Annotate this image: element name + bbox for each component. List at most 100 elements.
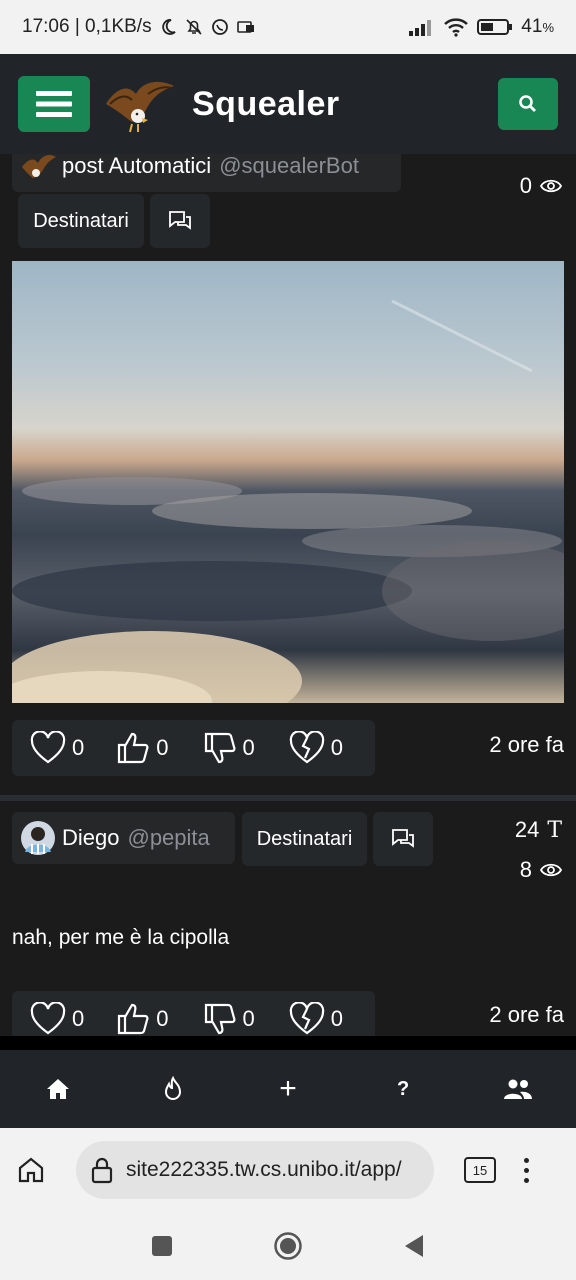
- back-icon[interactable]: [403, 1234, 425, 1258]
- post: Diego @pepita Destinatari 24 T 8 nah, per…: [0, 812, 576, 1036]
- reaction-count: 0: [330, 735, 343, 760]
- more-menu-button[interactable]: [524, 1157, 529, 1183]
- recents-icon[interactable]: [151, 1235, 173, 1257]
- search-icon: [519, 95, 536, 112]
- thumbs-up-icon: [118, 1003, 149, 1035]
- thumbs-down-icon: [204, 1003, 235, 1035]
- char-icon: T: [547, 817, 562, 843]
- home-icon: [46, 1079, 69, 1099]
- battery-icon: [477, 19, 513, 35]
- comments-button[interactable]: [150, 194, 210, 248]
- nav-help[interactable]: ?: [373, 1059, 433, 1119]
- post: post Automatici @squealerBot 125 T 0 Dest…: [0, 154, 576, 800]
- recipients-button[interactable]: Destinatari: [18, 194, 144, 248]
- author-chip[interactable]: post Automatici @squealerBot: [12, 154, 401, 192]
- browser-home-icon[interactable]: [16, 1155, 46, 1185]
- reaction-broken-heart[interactable]: 0: [289, 1002, 375, 1036]
- view-count: 0: [519, 173, 532, 198]
- post-stats: 125 T 0: [503, 154, 562, 206]
- battery-unit: %: [542, 20, 554, 35]
- app-title: Squealer: [192, 84, 340, 123]
- post-text: nah, per me è la cipolla: [12, 926, 230, 949]
- url-text: site222335.tw.cs.unibo.it/app/: [126, 1158, 402, 1181]
- post-time: 2 ore fa: [489, 1002, 564, 1027]
- reaction-like[interactable]: 0: [116, 1002, 202, 1036]
- view-count: 8: [519, 857, 532, 882]
- author-name: Diego: [62, 825, 120, 850]
- reaction-heart[interactable]: 0: [30, 731, 116, 765]
- eye-icon: [540, 863, 562, 877]
- author-chip[interactable]: Diego @pepita: [12, 812, 235, 864]
- nav-home[interactable]: [28, 1059, 88, 1119]
- eye-icon: [540, 179, 562, 193]
- comments-button[interactable]: [373, 812, 433, 866]
- reaction-count: 0: [330, 1006, 343, 1031]
- author-handle: @squealerBot: [219, 154, 359, 178]
- nav-separator: [0, 1036, 576, 1050]
- reaction-dislike[interactable]: 0: [203, 1002, 289, 1036]
- author-avatar: [22, 155, 56, 178]
- status-time: 17:06 | 0,1KB/s: [22, 16, 152, 37]
- people-icon: [504, 1079, 533, 1099]
- reaction-count: 0: [156, 1006, 169, 1031]
- browser-bar: site222335.tw.cs.unibo.it/app/ 15: [0, 1128, 576, 1212]
- nav-trending[interactable]: [143, 1059, 203, 1119]
- reaction-count: 0: [156, 735, 169, 760]
- post-time: 2 ore fa: [489, 732, 564, 757]
- broken-heart-icon: [289, 731, 324, 764]
- author-handle: @pepita: [127, 825, 210, 850]
- author-avatar: [21, 821, 55, 855]
- app-header: Squealer: [0, 54, 576, 154]
- clouds-image: [12, 299, 564, 703]
- char-icon: T: [547, 154, 562, 159]
- help-icon: ?: [397, 1077, 410, 1100]
- battery-percent: 41: [521, 16, 543, 37]
- tabs-button[interactable]: 15: [464, 1157, 496, 1183]
- squealer-logo: [106, 81, 174, 133]
- post-stats: 24 T 8: [515, 810, 562, 890]
- bottom-nav: + ?: [0, 1050, 576, 1128]
- home-button-icon[interactable]: [273, 1231, 303, 1261]
- whatsapp-icon: [211, 19, 228, 35]
- heart-icon: [30, 1002, 66, 1035]
- search-button[interactable]: [498, 78, 558, 130]
- reaction-broken-heart[interactable]: 0: [289, 731, 375, 765]
- comment-icon: [169, 211, 191, 230]
- status-bar: 17:06 | 0,1KB/s 41%: [0, 0, 576, 54]
- signal-icon: [409, 20, 432, 36]
- post-divider: [0, 795, 576, 801]
- char-count: 125: [503, 154, 540, 159]
- lock-icon: [91, 1157, 113, 1184]
- thumbs-up-icon: [118, 732, 149, 764]
- plus-icon: +: [279, 1072, 297, 1105]
- wifi-icon: [444, 18, 469, 37]
- message-icon: [236, 21, 254, 33]
- nav-new-post[interactable]: +: [258, 1059, 318, 1119]
- url-bar[interactable]: site222335.tw.cs.unibo.it/app/: [76, 1141, 434, 1199]
- nav-people[interactable]: [488, 1059, 548, 1119]
- system-nav: [0, 1212, 576, 1280]
- moon-icon: [161, 19, 176, 35]
- reactions-bar: 0 0 0 0: [12, 720, 375, 776]
- reaction-count: 0: [242, 735, 255, 760]
- reaction-count: 0: [72, 735, 85, 760]
- author-name: post Automatici: [62, 154, 212, 178]
- reaction-heart[interactable]: 0: [30, 1002, 116, 1036]
- reactions-bar: 0 0 0 0: [12, 991, 375, 1036]
- post-image[interactable]: [12, 261, 564, 703]
- broken-heart-icon: [289, 1002, 324, 1035]
- reaction-like[interactable]: 0: [116, 731, 202, 765]
- flame-icon: [164, 1076, 181, 1100]
- char-count: 24: [514, 817, 540, 842]
- bell-off-icon: [186, 19, 202, 35]
- reaction-count: 0: [242, 1006, 255, 1031]
- thumbs-down-icon: [204, 732, 235, 764]
- reaction-dislike[interactable]: 0: [203, 731, 289, 765]
- menu-button[interactable]: [18, 76, 90, 132]
- feed[interactable]: post Automatici @squealerBot 125 T 0 Dest…: [0, 154, 576, 1036]
- reaction-count: 0: [72, 1006, 85, 1031]
- heart-icon: [30, 731, 66, 764]
- recipients-button[interactable]: Destinatari: [242, 812, 367, 866]
- hamburger-icon: [36, 91, 72, 117]
- comment-icon: [392, 829, 414, 848]
